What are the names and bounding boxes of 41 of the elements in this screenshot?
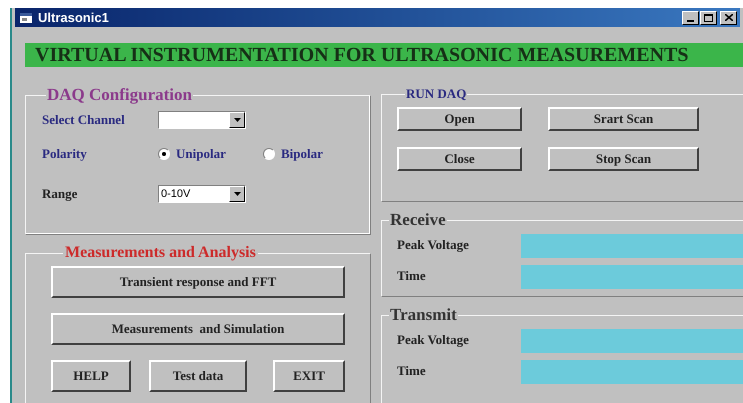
minimize-button[interactable] [682,10,699,24]
close-icon [724,14,732,21]
field-label: Polarity [42,145,88,164]
push-button[interactable]: HELP [51,360,131,392]
field-label: Range [42,185,78,204]
maximize-button[interactable] [700,10,717,24]
field-label: Time [397,362,427,380]
field-label: Select Channel [42,111,126,130]
radio-label: Unipolar [176,145,226,164]
radio-label: Bipolar [281,145,323,164]
window-icon [19,12,33,24]
field-label: Time [397,267,427,285]
group-title: RUN DAQ [405,87,468,101]
close-button[interactable] [720,10,737,24]
group-title: Measurements and Analysis [64,245,257,261]
range-dropdown[interactable]: 0-10V [158,185,246,203]
window-title: Ultrasonic1 [38,11,109,24]
dropdown-arrow-button[interactable] [229,186,245,202]
banner-title: VIRTUAL INSTRUMENTATION FOR ULTRASONIC MEASUREMENTS [25,43,743,67]
field-label: Peak Voltage [397,331,470,349]
group-title: Transmit [389,306,458,324]
caret-icon [234,118,240,122]
dropdown-arrow-button[interactable] [229,112,245,128]
push-button[interactable]: Test data [149,360,247,392]
dropdown-value: 0-10V [160,188,192,200]
channel-dropdown[interactable] [158,111,246,129]
push-button[interactable]: Open [397,107,522,131]
push-button[interactable]: Measurements and Simulation [51,313,345,345]
push-button[interactable]: EXIT [273,360,345,392]
minimize-icon [687,20,694,22]
radio-button[interactable] [263,148,275,160]
group-title: DAQ Configuration [46,87,193,103]
push-button[interactable]: Transient response and FFT [51,266,345,298]
caret-icon [234,192,240,196]
maximize-icon [704,14,713,22]
field-label: Peak Voltage [397,236,470,254]
push-button[interactable]: Srart Scan [548,107,699,131]
group-title: Receive [389,211,447,229]
push-button[interactable]: Close [397,147,522,171]
push-button[interactable]: Stop Scan [548,147,699,171]
radio-button[interactable] [158,148,170,160]
